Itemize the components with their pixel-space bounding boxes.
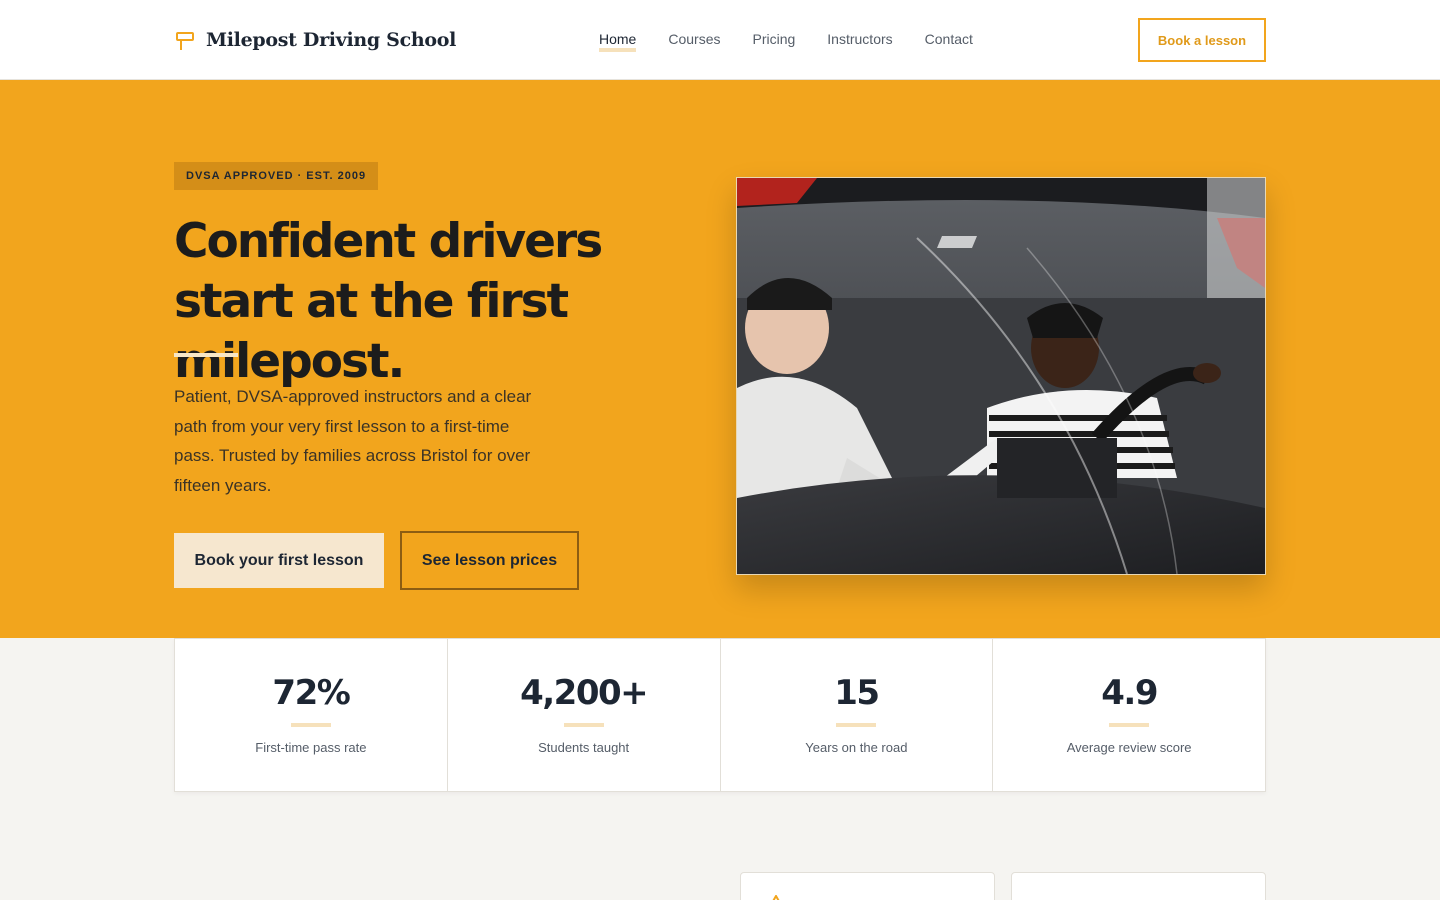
nav-item-instructors[interactable]: Instructors [827,30,892,52]
stat-label: Students taught [538,740,630,755]
nav-item-courses[interactable]: Courses [668,30,720,52]
feature-card[interactable] [740,872,995,900]
brand-name: Milepost Driving School [206,29,457,51]
stat-pass-rate: 72% First-time pass rate [175,639,448,791]
hero-photo [736,177,1266,575]
stat-value: 4.9 [1101,673,1158,713]
stats-bar: 72% First-time pass rate 4,200+ Students… [174,638,1266,792]
hero-section: DVSA APPROVED · EST. 2009 Confident driv… [0,80,1440,638]
stat-divider [1109,723,1150,727]
nav-item-contact[interactable]: Contact [925,30,973,52]
stat-review-score: 4.9 Average review score [993,639,1265,791]
signpost-icon [176,32,194,50]
hero-title: Confident drivers start at the first mil… [174,214,603,389]
book-first-lesson-button[interactable]: Book your first lesson [174,533,384,588]
book-lesson-button[interactable]: Book a lesson [1138,18,1266,62]
stat-label: Average review score [1066,740,1192,755]
stat-label: First-time pass rate [255,740,367,755]
nav-item-pricing[interactable]: Pricing [753,30,796,52]
stat-divider [836,723,877,727]
hero-badge: DVSA APPROVED · EST. 2009 [174,162,379,190]
stat-divider [563,723,604,727]
feature-card[interactable] [1011,872,1266,900]
stat-students: 4,200+ Students taught [448,639,721,791]
card-icon [772,895,780,900]
site-header: Milepost Driving School Home Courses Pri… [0,0,1440,80]
stat-value: 15 [834,673,880,713]
hero-description: Patient, DVSA-approved instructors and a… [174,387,532,495]
hero-divider [174,353,238,357]
nav-item-home[interactable]: Home [599,30,637,52]
stat-label: Years on the road [805,740,908,755]
stat-value: 72% [272,673,350,713]
hero-photo-illustration [737,178,1265,574]
brand-logo[interactable]: Milepost Driving School [174,26,456,54]
stat-value: 4,200+ [520,673,649,713]
stat-years: 15 Years on the road [721,639,994,791]
stat-divider [290,723,331,727]
main-nav: Home Courses Pricing Instructors Contact [599,30,1005,52]
see-lesson-prices-button[interactable]: See lesson prices [400,531,579,590]
